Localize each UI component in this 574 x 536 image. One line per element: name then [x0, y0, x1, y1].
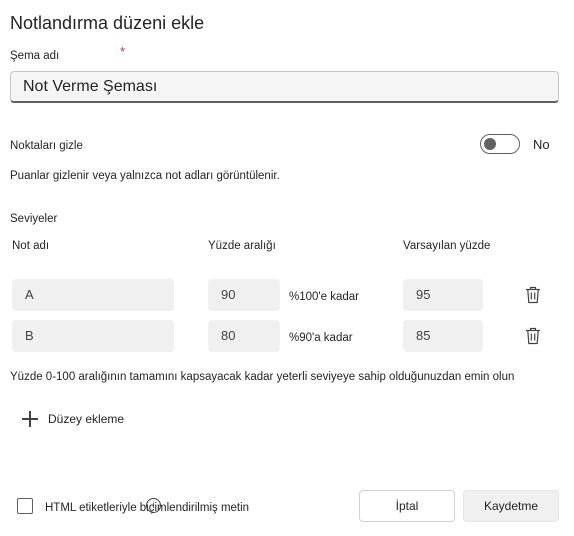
scheme-name-input[interactable]: Not Verme Şeması — [10, 71, 559, 103]
delete-level-button[interactable] — [525, 286, 541, 304]
coverage-note: Yüzde 0-100 aralığının tamamını kapsayac… — [10, 371, 515, 383]
plus-icon — [22, 411, 38, 427]
hide-points-toggle[interactable] — [480, 134, 520, 154]
save-button[interactable]: Kaydetme — [463, 490, 559, 522]
column-header-default-percent: Varsayılan yüzde — [403, 240, 491, 252]
grade-name-input[interactable]: B — [12, 320, 174, 352]
trash-icon — [526, 286, 540, 304]
trash-icon — [526, 327, 540, 345]
percent-from-input[interactable]: 80 — [208, 320, 280, 352]
percent-to-label: %90'a kadar — [289, 332, 353, 344]
default-percent-input[interactable]: 85 — [403, 320, 483, 352]
percent-from-input[interactable]: 90 — [208, 279, 280, 311]
grade-name-input[interactable]: A — [12, 279, 174, 311]
hide-points-description: Puanlar gizlenir veya yalnızca not adlar… — [10, 170, 280, 182]
add-level-button[interactable]: Düzey ekleme — [22, 409, 124, 429]
add-level-label: Düzey ekleme — [48, 412, 125, 426]
scheme-name-label: Şema adı — [10, 50, 60, 62]
cancel-button[interactable]: İptal — [359, 490, 455, 522]
toggle-knob — [484, 138, 496, 150]
column-header-grade-name: Not adı — [12, 240, 50, 252]
column-header-percent-range: Yüzde aralığı — [208, 240, 276, 252]
required-marker: * — [120, 44, 126, 59]
levels-label: Seviyeler — [10, 213, 58, 225]
info-icon[interactable]: i — [146, 498, 161, 513]
delete-level-button[interactable] — [525, 327, 541, 345]
dialog-title: Notlandırma düzeni ekle — [10, 13, 205, 33]
percent-to-label: %100'e kadar — [289, 291, 359, 303]
hide-points-toggle-state: No — [533, 137, 550, 152]
default-percent-input[interactable]: 95 — [403, 279, 483, 311]
hide-points-label: Noktaları gizle — [10, 140, 83, 152]
html-format-checkbox[interactable] — [17, 498, 33, 514]
